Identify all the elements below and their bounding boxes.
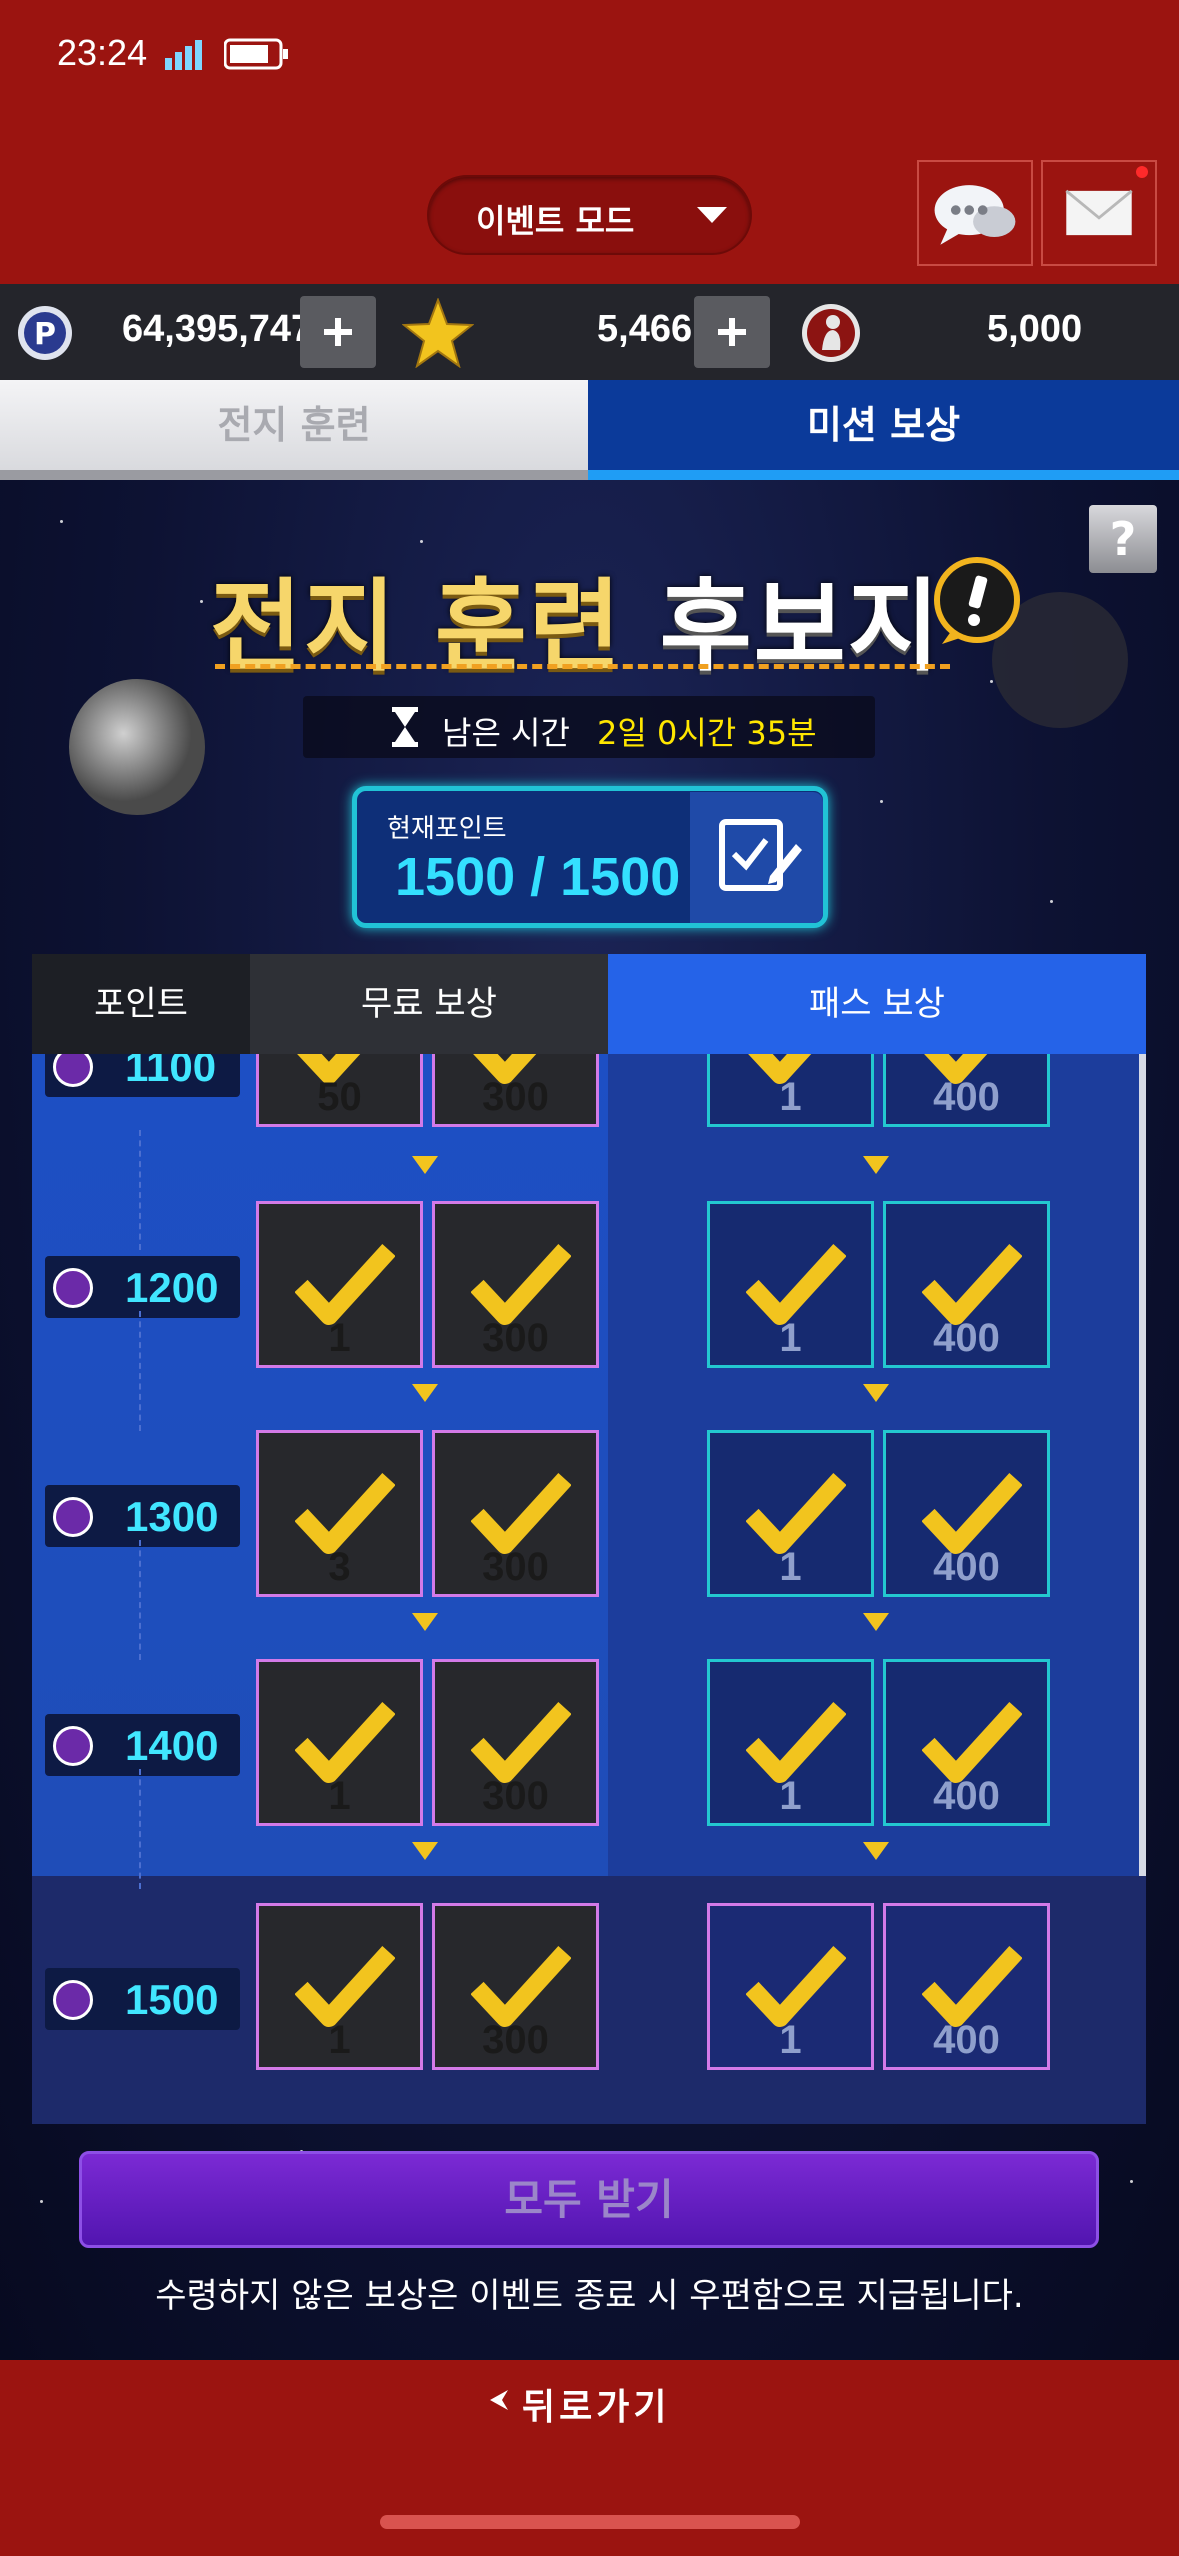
column-header-pass: 패스 보상 (608, 954, 1146, 1054)
tab-training-label: 전지 훈련 (217, 403, 371, 447)
chat-button[interactable] (917, 160, 1033, 266)
event-mode-label: 이벤트 모드 (476, 202, 635, 240)
stars-balance: 5,466 (597, 308, 693, 350)
help-button[interactable]: ? (1089, 505, 1157, 573)
notification-dot (1136, 166, 1148, 178)
mail-notice: 수령하지 않은 보상은 이벤트 종료 시 우편함으로 지급됩니다. (155, 2276, 1024, 2316)
tokens-balance: 5,000 (987, 308, 1083, 350)
points-balance: 64,395,747 (122, 308, 313, 350)
tab-mission-rewards-label: 미션 보상 (806, 403, 961, 447)
time-remaining-label: 남은 시간 (442, 714, 570, 752)
battery-icon (224, 38, 288, 70)
chat-bubble-icon (934, 185, 1016, 245)
checklist-edit-icon (719, 819, 802, 891)
back-arrow-icon (490, 2390, 508, 2410)
alert-icon (934, 557, 1020, 644)
tab-training[interactable]: 전지 훈련 (0, 380, 588, 480)
signal-icon (165, 40, 202, 70)
current-points-value: 1500 / 1500 (395, 847, 681, 907)
column-header-point: 포인트 (32, 954, 250, 1054)
moon-decoration (69, 679, 205, 815)
svg-text:P: P (34, 317, 56, 352)
title-underline (215, 664, 950, 669)
reward-list-scroll[interactable] (32, 1054, 608, 1876)
column-header-pass-label: 패스 보상 (809, 984, 945, 1024)
home-indicator (380, 2515, 800, 2529)
add-stars-button[interactable] (694, 296, 770, 368)
status-time: 23:24 (57, 32, 148, 73)
column-header-free: 무료 보상 (250, 954, 608, 1054)
current-points-label: 현재포인트 (387, 814, 507, 844)
scrollbar[interactable] (1139, 1054, 1146, 1876)
column-header-point-label: 포인트 (94, 984, 188, 1024)
player-token-icon (802, 304, 860, 362)
points-coin-icon: P (18, 306, 72, 360)
pass-reward-column (608, 1054, 1146, 1876)
mission-list-button[interactable] (690, 792, 823, 923)
time-remaining-value: 2일 0시간 35분 (597, 714, 817, 752)
back-button[interactable]: 뒤로가기 (522, 2378, 670, 2430)
hourglass-icon (392, 707, 418, 747)
claim-all-label: 모두 받기 (504, 2175, 674, 2224)
final-reward-row (32, 1876, 1146, 2124)
star-icon (402, 298, 474, 368)
column-header-free-label: 무료 보상 (361, 984, 497, 1024)
chevron-down-icon (697, 207, 727, 223)
add-points-button[interactable] (300, 296, 376, 368)
tab-mission-rewards[interactable]: 미션 보상 (588, 380, 1179, 480)
